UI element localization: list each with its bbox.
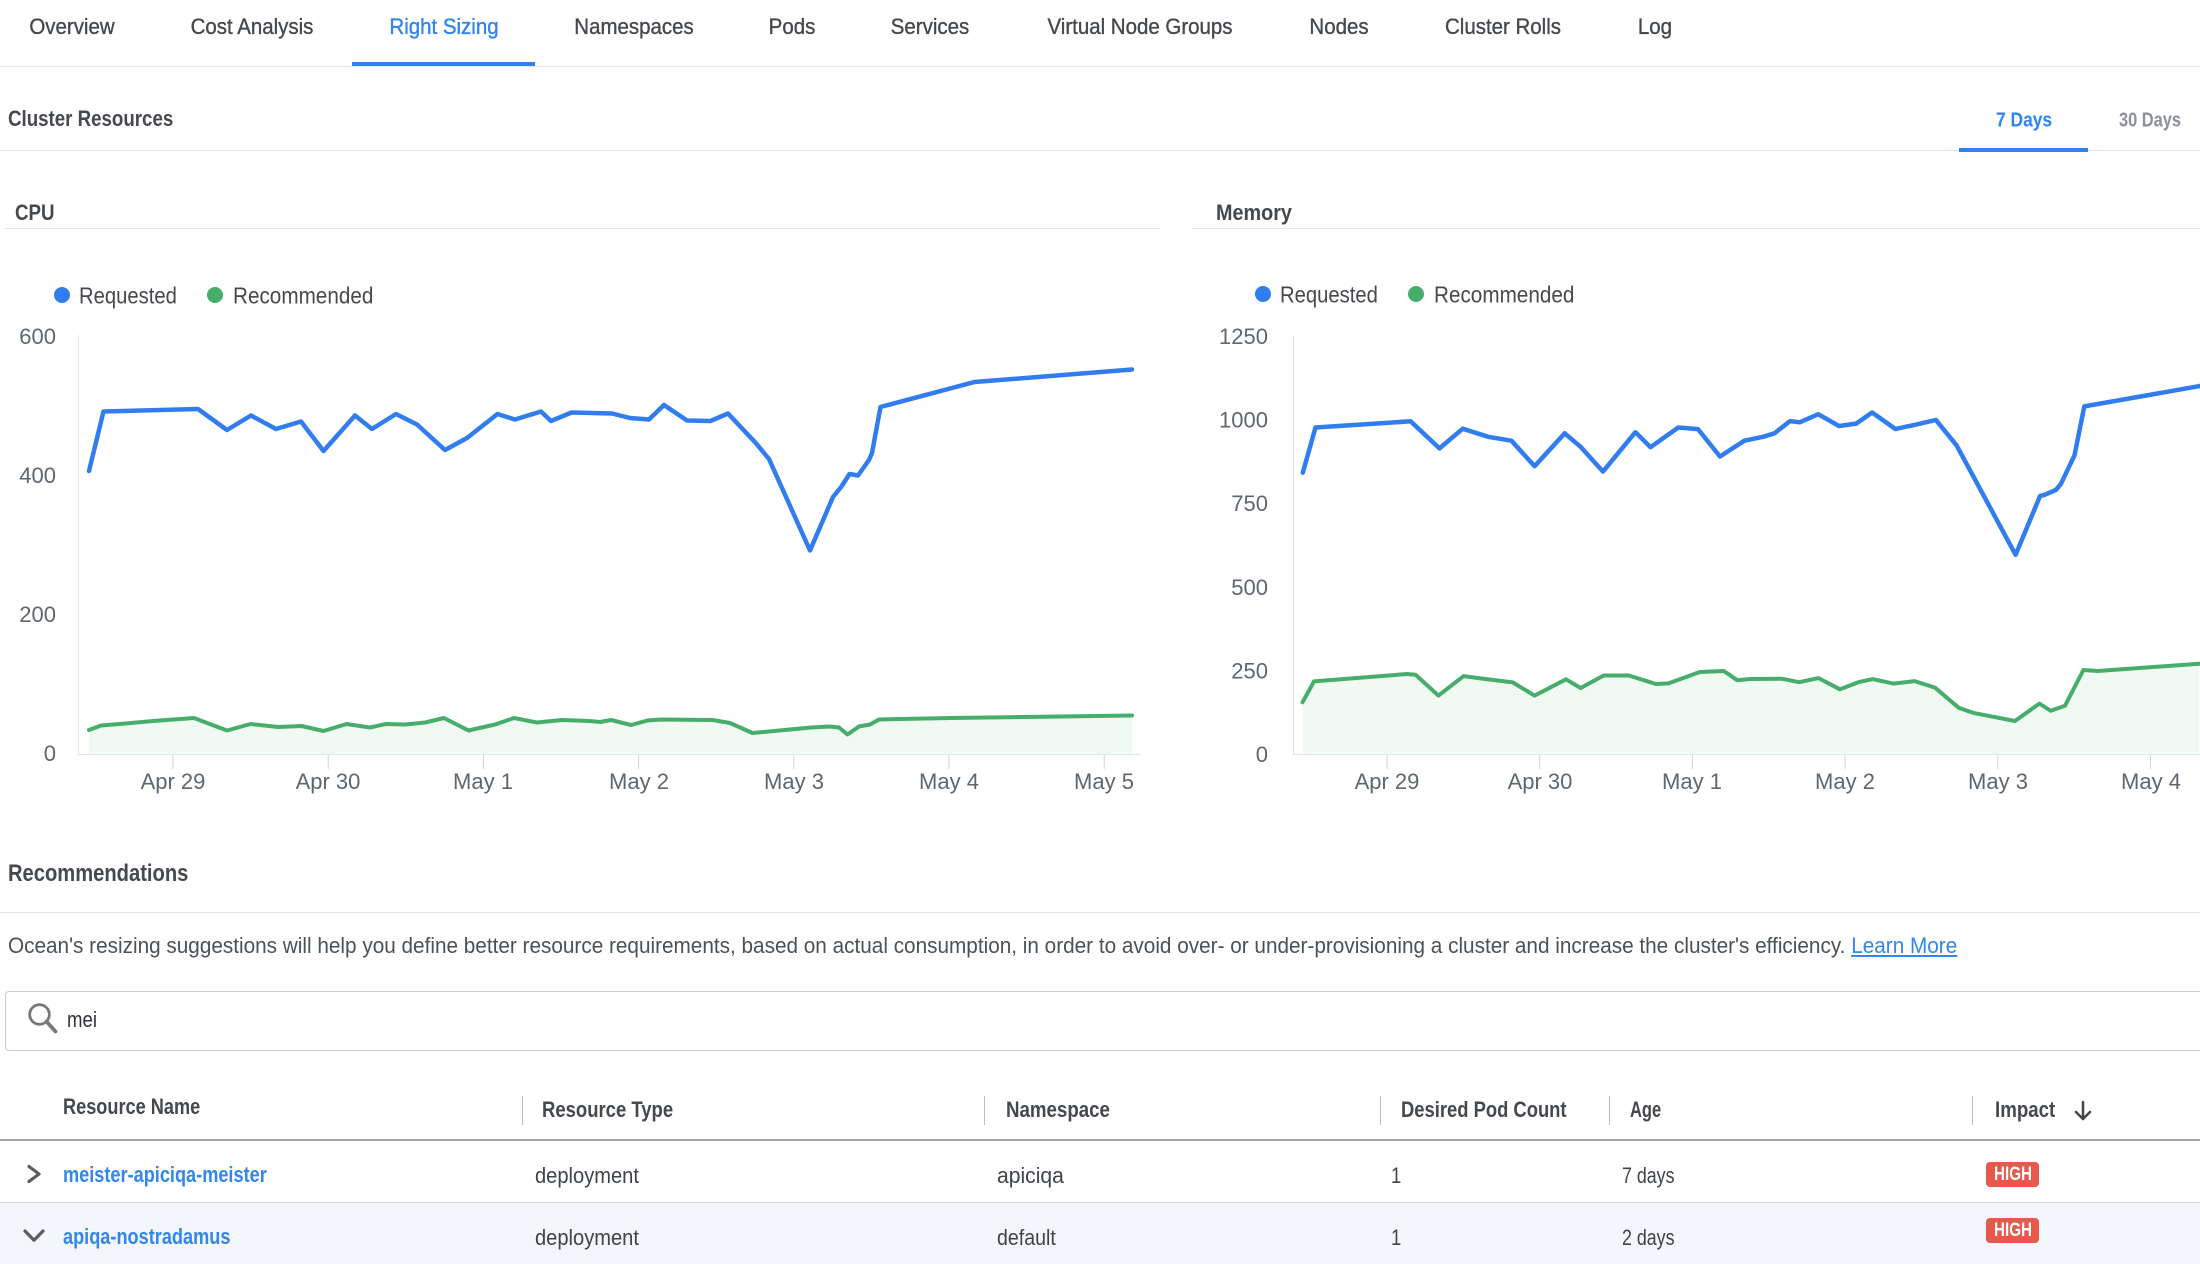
- svg-text:Apr 29: Apr 29: [1355, 769, 1420, 794]
- svg-text:Apr 30: Apr 30: [296, 769, 361, 794]
- svg-text:May 2: May 2: [609, 769, 669, 794]
- svg-text:May 4: May 4: [2121, 769, 2181, 794]
- svg-text:1000: 1000: [1219, 408, 1268, 433]
- svg-text:1250: 1250: [1219, 324, 1268, 349]
- svg-text:May 3: May 3: [764, 769, 824, 794]
- svg-text:200: 200: [19, 602, 56, 627]
- svg-text:750: 750: [1231, 491, 1268, 516]
- svg-text:May 1: May 1: [453, 769, 513, 794]
- svg-text:May 2: May 2: [1815, 769, 1875, 794]
- svg-text:May 4: May 4: [919, 769, 979, 794]
- svg-text:250: 250: [1231, 658, 1268, 683]
- svg-text:600: 600: [19, 324, 56, 349]
- svg-text:Apr 29: Apr 29: [141, 769, 206, 794]
- svg-text:0: 0: [44, 741, 56, 766]
- svg-text:Apr 30: Apr 30: [1508, 769, 1573, 794]
- svg-text:May 5: May 5: [1074, 769, 1134, 794]
- svg-text:500: 500: [1231, 575, 1268, 600]
- svg-text:May 1: May 1: [1662, 769, 1722, 794]
- svg-text:400: 400: [19, 463, 56, 488]
- svg-text:May 3: May 3: [1968, 769, 2028, 794]
- svg-text:0: 0: [1256, 742, 1268, 767]
